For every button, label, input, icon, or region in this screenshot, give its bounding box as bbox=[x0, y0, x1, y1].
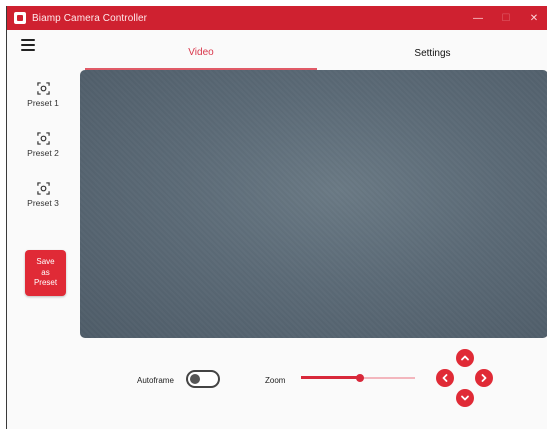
pan-right-button[interactable] bbox=[475, 369, 493, 387]
preset-1-button[interactable]: Preset 1 bbox=[17, 82, 69, 120]
preset-1-label: Preset 1 bbox=[27, 98, 59, 108]
tab-video[interactable]: Video bbox=[85, 36, 317, 70]
chevron-left-icon bbox=[442, 374, 448, 382]
pan-down-button[interactable] bbox=[456, 389, 474, 407]
minimize-button[interactable]: — bbox=[464, 6, 492, 30]
zoom-slider-fill bbox=[301, 376, 361, 379]
pan-up-button[interactable] bbox=[456, 349, 474, 367]
app-window: Biamp Camera Controller — ☐ ✕ Video Sett… bbox=[6, 6, 547, 429]
pan-left-button[interactable] bbox=[436, 369, 454, 387]
preset-2-label: Preset 2 bbox=[27, 148, 59, 158]
chevron-up-icon bbox=[461, 355, 469, 361]
tab-settings[interactable]: Settings bbox=[317, 36, 547, 70]
preset-3-button[interactable]: Preset 3 bbox=[17, 182, 69, 220]
chevron-down-icon bbox=[461, 395, 469, 401]
camera-focus-icon bbox=[36, 82, 50, 95]
chevron-right-icon bbox=[481, 374, 487, 382]
tab-bar: Video Settings bbox=[85, 36, 547, 72]
zoom-label: Zoom bbox=[265, 376, 286, 385]
preset-3-label: Preset 3 bbox=[27, 198, 59, 208]
hamburger-menu-icon[interactable] bbox=[21, 39, 35, 51]
window-controls: — ☐ ✕ bbox=[464, 6, 547, 30]
title-bar[interactable]: Biamp Camera Controller — ☐ ✕ bbox=[7, 6, 547, 30]
autoframe-label: Autoframe bbox=[137, 376, 174, 385]
window-title: Biamp Camera Controller bbox=[32, 12, 148, 24]
close-button[interactable]: ✕ bbox=[520, 6, 547, 30]
maximize-button[interactable]: ☐ bbox=[492, 6, 520, 30]
app-logo-icon bbox=[14, 12, 26, 24]
video-preview[interactable] bbox=[80, 70, 547, 338]
camera-focus-icon bbox=[36, 182, 50, 195]
zoom-slider-thumb[interactable] bbox=[356, 374, 365, 382]
save-as-preset-button[interactable]: Save as Preset bbox=[25, 250, 66, 296]
preset-2-button[interactable]: Preset 2 bbox=[17, 132, 69, 170]
camera-focus-icon bbox=[36, 132, 50, 145]
autoframe-toggle[interactable] bbox=[186, 370, 220, 388]
toggle-knob bbox=[190, 374, 200, 384]
zoom-slider[interactable] bbox=[301, 372, 415, 384]
